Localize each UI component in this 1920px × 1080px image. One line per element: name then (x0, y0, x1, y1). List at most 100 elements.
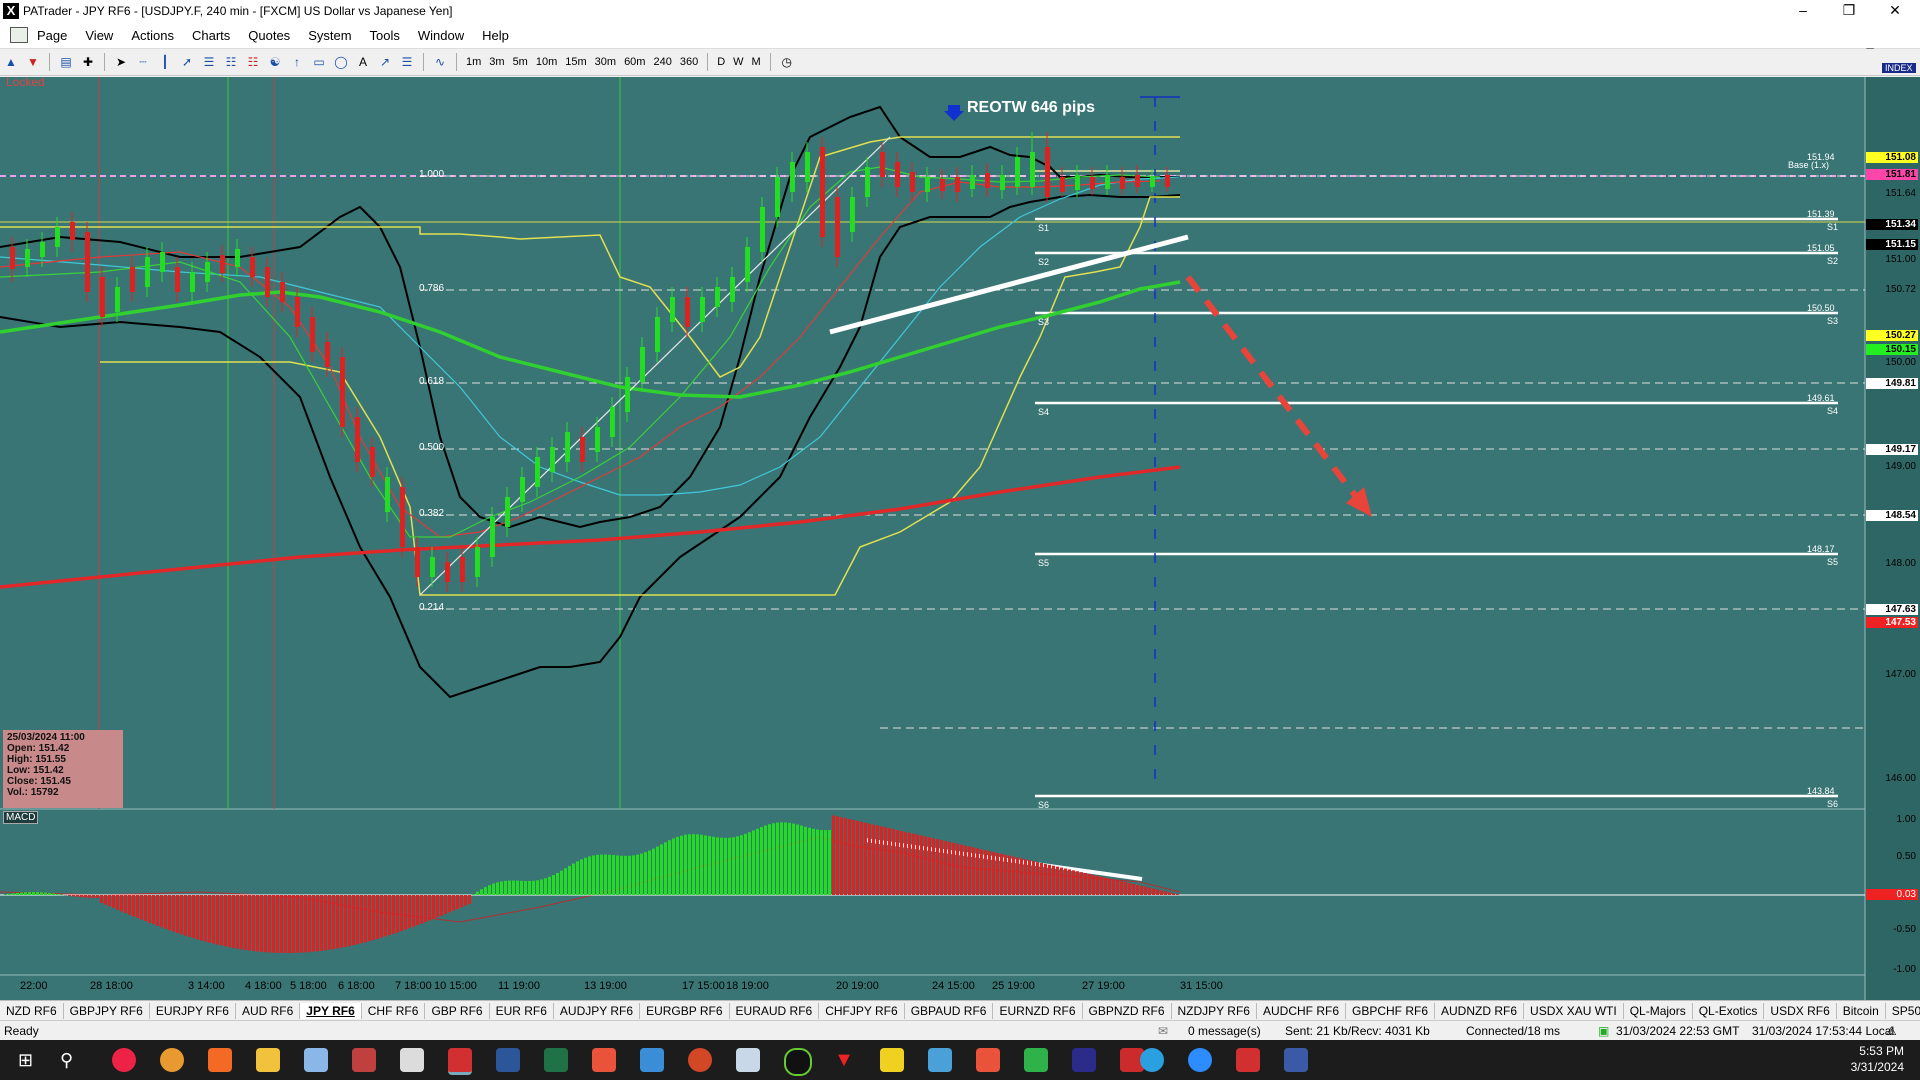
tf-w[interactable]: W (729, 52, 747, 72)
crosshair-icon[interactable]: ✚ (78, 52, 98, 72)
tab-symbol[interactable]: GBP RF6 (425, 1003, 490, 1019)
tab-symbol[interactable]: USDX XAU WTI (1524, 1003, 1624, 1019)
menu-view[interactable]: View (76, 28, 122, 43)
tf-30m[interactable]: 30m (591, 52, 620, 72)
menu-window[interactable]: Window (409, 28, 473, 43)
tf-15m[interactable]: 15m (561, 52, 590, 72)
vertical-line-icon[interactable]: ┃ (155, 52, 175, 72)
sticky-notes-icon[interactable] (880, 1048, 904, 1072)
tf-m[interactable]: M (748, 52, 765, 72)
tab-symbol[interactable]: AUDJPY RF6 (554, 1003, 641, 1019)
tab-symbol[interactable]: Bitcoin (1837, 1003, 1886, 1019)
tab-symbol[interactable]: QL-Majors (1624, 1003, 1693, 1019)
tab-symbol[interactable]: NZDJPY RF6 (1172, 1003, 1257, 1019)
app-icon-c[interactable] (736, 1048, 760, 1072)
chart-icon[interactable]: ▤ (56, 52, 76, 72)
mail-app-icon[interactable] (160, 1048, 184, 1072)
powerpoint-icon[interactable] (688, 1048, 712, 1072)
tab-symbol[interactable]: EURJPY RF6 (150, 1003, 236, 1019)
tab-symbol[interactable]: EURNZD RF6 (993, 1003, 1083, 1019)
chrome-icon[interactable] (112, 1048, 136, 1072)
app-icon-i[interactable] (1072, 1048, 1096, 1072)
menu-charts[interactable]: Charts (183, 28, 239, 43)
tf-360[interactable]: 360 (676, 52, 702, 72)
menu-help[interactable]: Help (473, 28, 518, 43)
tf-10m[interactable]: 10m (532, 52, 561, 72)
tf-240[interactable]: 240 (649, 52, 675, 72)
menu-page[interactable]: Page (28, 28, 76, 43)
tab-symbol[interactable]: CHFJPY RF6 (819, 1003, 905, 1019)
tf-60m[interactable]: 60m (620, 52, 649, 72)
menu-actions[interactable]: Actions (122, 28, 183, 43)
tab-symbol[interactable]: EURGBP RF6 (640, 1003, 730, 1019)
clock[interactable]: 5:53 PM 3/31/2024 (1851, 1043, 1904, 1075)
andrews-icon[interactable]: ↑ (287, 52, 307, 72)
channel-icon[interactable]: ☰ (199, 52, 219, 72)
menu-tools[interactable]: Tools (361, 28, 409, 43)
telegram-icon[interactable] (1140, 1048, 1164, 1072)
tab-symbol[interactable]: AUD RF6 (236, 1003, 301, 1019)
ellipse-icon[interactable]: ◯ (331, 52, 351, 72)
app-icon-b[interactable] (352, 1048, 376, 1072)
app-icon-l[interactable] (1284, 1048, 1308, 1072)
app-icon-s1[interactable] (592, 1048, 616, 1072)
zoom-icon[interactable] (1188, 1048, 1212, 1072)
chart-window[interactable]: Locked INDEX REOTW 646 pips MACD 1.000 0.… (0, 63, 1920, 1010)
menu-system[interactable]: System (299, 28, 360, 43)
tab-symbol[interactable]: GBPJPY RF6 (64, 1003, 150, 1019)
tab-symbol[interactable]: EUR RF6 (490, 1003, 554, 1019)
search-icon[interactable]: ⚲ (60, 1048, 84, 1072)
app-icon-k[interactable] (1236, 1048, 1260, 1072)
fib-icon[interactable]: ☷ (221, 52, 241, 72)
tf-5m[interactable]: 5m (509, 52, 532, 72)
tab-symbol[interactable]: GBPAUD RF6 (905, 1003, 994, 1019)
app-icon-a[interactable] (304, 1048, 328, 1072)
file-explorer-icon[interactable] (256, 1048, 280, 1072)
indicator-icon[interactable]: ∿ (430, 52, 450, 72)
tab-symbol[interactable]: SP500 (1886, 1003, 1920, 1019)
tf-1m[interactable]: 1m (462, 52, 485, 72)
calculator-icon[interactable] (400, 1048, 424, 1072)
close-button[interactable]: ✕ (1872, 0, 1918, 22)
app-icon-s2[interactable] (640, 1048, 664, 1072)
windows-start-icon[interactable]: ⊞ (18, 1048, 42, 1072)
restore-button[interactable]: ❐ (1826, 0, 1872, 22)
horizontal-line-icon[interactable]: ┈ (133, 52, 153, 72)
app-icon-d[interactable] (784, 1048, 812, 1076)
patrader-taskbar-icon[interactable] (448, 1048, 472, 1075)
tab-symbol[interactable]: AUDNZD RF6 (1435, 1003, 1525, 1019)
tab-symbol[interactable]: USDX RF6 (1764, 1003, 1837, 1019)
menu-quotes[interactable]: Quotes (239, 28, 299, 43)
status-messages[interactable]: 0 message(s) (1188, 1024, 1261, 1038)
excel-icon[interactable] (544, 1048, 568, 1072)
word-icon[interactable] (496, 1048, 520, 1072)
tab-symbol[interactable]: JPY RF6 (300, 1003, 362, 1019)
tab-symbol[interactable]: NZD RF6 (0, 1003, 64, 1019)
buy-icon[interactable]: ▲ (1, 52, 21, 72)
gann-icon[interactable]: ☯ (265, 52, 285, 72)
tab-symbol[interactable]: CHF RF6 (362, 1003, 426, 1019)
minimize-button[interactable]: – (1780, 0, 1826, 22)
pointer-icon[interactable]: ➤ (111, 52, 131, 72)
taskbar: ⊞ ⚲ ▼ 5:53 PM 3/31/2024 (0, 1040, 1920, 1080)
list-icon[interactable]: ☰ (397, 52, 417, 72)
trendline-icon[interactable]: ➚ (177, 52, 197, 72)
rectangle-icon[interactable]: ▭ (309, 52, 329, 72)
sell-icon[interactable]: ▼ (23, 52, 43, 72)
app-icon-h[interactable] (1024, 1048, 1048, 1072)
tf-d[interactable]: D (713, 52, 729, 72)
app-icon-e[interactable]: ▼ (832, 1048, 856, 1072)
tab-symbol[interactable]: AUDCHF RF6 (1257, 1003, 1346, 1019)
tf-3m[interactable]: 3m (485, 52, 508, 72)
brave-icon[interactable] (208, 1048, 232, 1072)
tab-symbol[interactable]: GBPNZD RF6 (1083, 1003, 1172, 1019)
arrow-icon[interactable]: ↗ (375, 52, 395, 72)
clock-icon[interactable]: ◷ (777, 52, 797, 72)
tab-symbol[interactable]: QL-Exotics (1693, 1003, 1765, 1019)
tab-symbol[interactable]: GBPCHF RF6 (1346, 1003, 1436, 1019)
app-icon-f[interactable] (928, 1048, 952, 1072)
app-icon-g[interactable] (976, 1048, 1000, 1072)
tab-symbol[interactable]: EURAUD RF6 (730, 1003, 820, 1019)
text-icon[interactable]: A (353, 52, 373, 72)
fib-ext-icon[interactable]: ☷ (243, 52, 263, 72)
